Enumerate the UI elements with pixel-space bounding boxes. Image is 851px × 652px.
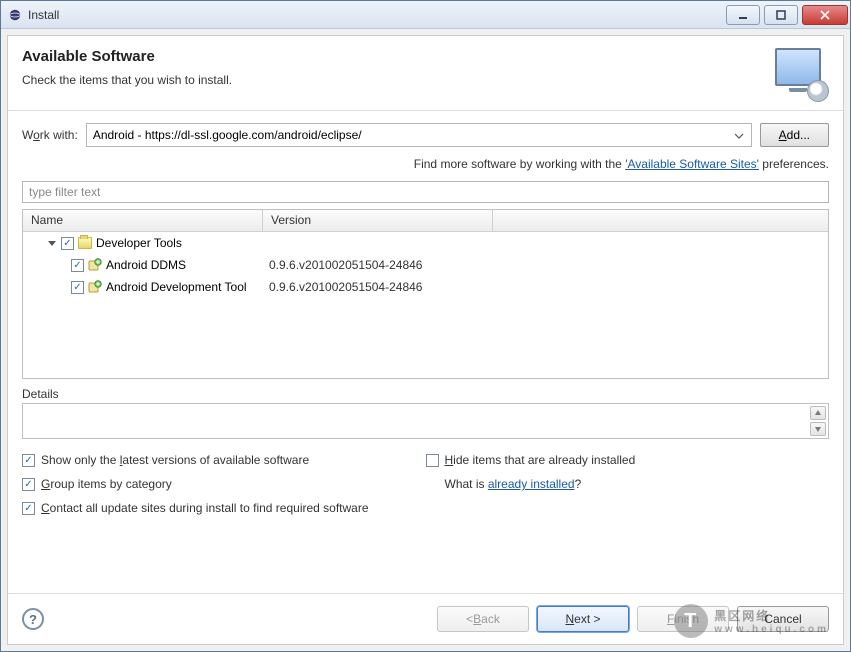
group-by-category-checkbox[interactable]: Group items by category [22,477,426,491]
titlebar[interactable]: Install [1,1,850,29]
install-dialog: Install Available Software Check the ite… [0,0,851,652]
show-latest-checkbox[interactable]: Show only the latest versions of availab… [22,453,426,467]
tree-item-row[interactable]: Android Development Tool 0.9.6.v20100205… [23,276,828,298]
tree-header: Name Version [23,210,828,232]
item-version: 0.9.6.v201002051504-24846 [269,258,422,272]
filter-text-input[interactable]: type filter text [22,181,829,203]
cancel-button[interactable]: Cancel [737,606,829,632]
scroll-down-icon[interactable] [810,422,826,436]
window-title: Install [28,8,59,22]
close-button[interactable] [802,5,848,25]
feature-icon [88,280,102,294]
item-checkbox[interactable] [71,259,84,272]
available-sites-link[interactable]: 'Available Software Sites' [625,157,759,171]
eclipse-icon [7,7,23,23]
group-checkbox[interactable] [61,237,74,250]
item-version: 0.9.6.v201002051504-24846 [269,280,422,294]
header-area: Available Software Check the items that … [8,36,843,111]
item-checkbox[interactable] [71,281,84,294]
hide-installed-checkbox[interactable]: Hide items that are already installed [426,453,830,467]
checkbox-icon [426,454,439,467]
scrollbar[interactable] [810,406,826,436]
checkbox-icon [22,502,35,515]
column-version[interactable]: Version [263,210,493,231]
back-button[interactable]: < Back [437,606,529,632]
software-tree: Name Version Developer Tools [22,209,829,379]
item-name: Android Development Tool [106,280,247,294]
checkbox-icon [22,478,35,491]
collapse-icon[interactable] [47,238,57,248]
page-subtitle: Check the items that you wish to install… [22,73,769,87]
item-name: Android DDMS [106,258,186,272]
scroll-up-icon[interactable] [810,406,826,420]
finish-button: Finish [637,606,729,632]
chevron-down-icon [731,128,747,144]
help-button[interactable]: ? [22,608,44,630]
already-installed-link[interactable]: already installed [488,477,575,491]
column-blank [493,210,828,231]
what-is-installed-row: What is already installed? [426,477,830,491]
tree-item-row[interactable]: Android DDMS 0.9.6.v201002051504-24846 [23,254,828,276]
column-name[interactable]: Name [23,210,263,231]
contact-sites-checkbox[interactable]: Contact all update sites during install … [22,501,426,515]
details-label: Details [22,387,829,401]
checkbox-icon [22,454,35,467]
work-with-value: Android - https://dl-ssl.google.com/andr… [93,128,362,142]
work-with-combo[interactable]: Android - https://dl-ssl.google.com/andr… [86,123,752,147]
minimize-button[interactable] [726,5,760,25]
install-header-icon [769,48,829,96]
dialog-content: Available Software Check the items that … [7,35,844,645]
group-label: Developer Tools [96,236,182,250]
tree-group-row[interactable]: Developer Tools [23,232,828,254]
next-button[interactable]: Next > [537,606,629,632]
maximize-button[interactable] [764,5,798,25]
add-button[interactable]: Add... [760,123,829,147]
work-with-label: Work with: [22,128,78,142]
feature-icon [88,258,102,272]
details-section: Details [22,387,829,439]
details-text-area[interactable] [22,403,829,439]
footer-bar: ? < Back Next > Finish Cancel T 黑区网络 www… [8,593,843,644]
category-icon [78,237,92,249]
page-title: Available Software [22,48,769,65]
find-more-row: Find more software by working with the '… [8,153,843,181]
